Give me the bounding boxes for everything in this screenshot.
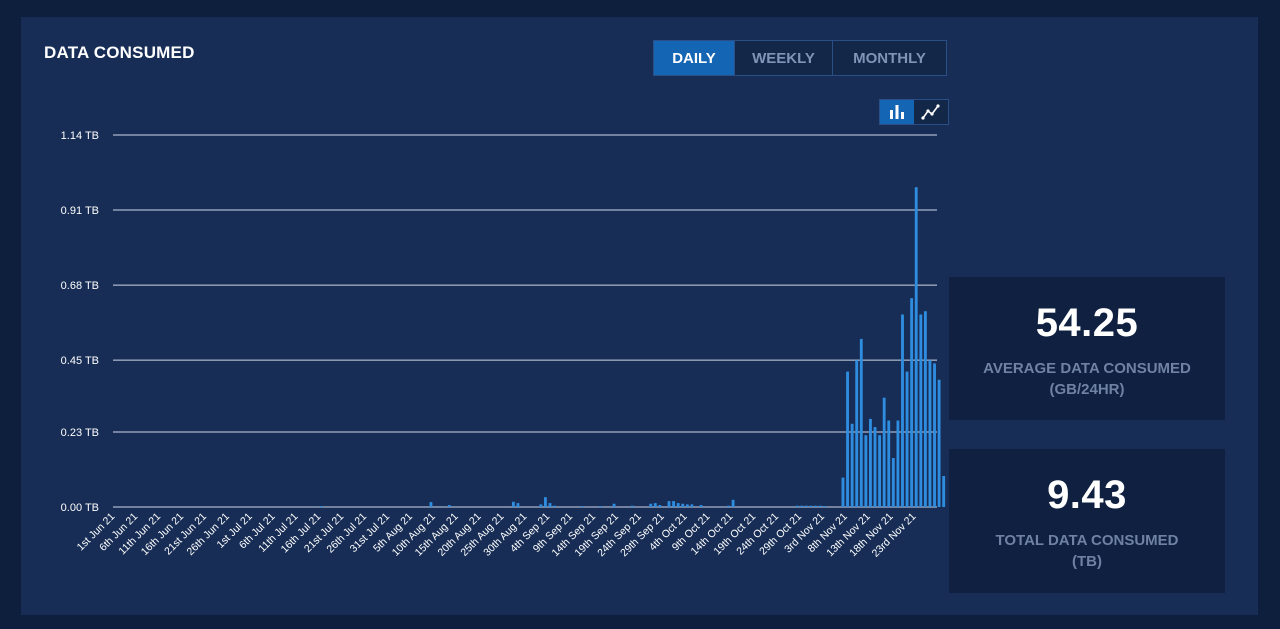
bar — [923, 311, 927, 507]
bar — [649, 503, 653, 507]
bar — [896, 420, 900, 507]
bar — [887, 420, 891, 507]
bar — [511, 501, 515, 507]
y-tick-label: 0.23 TB — [61, 427, 99, 439]
bar — [690, 504, 694, 507]
bar — [553, 505, 556, 507]
bar — [891, 458, 895, 507]
bar — [846, 371, 849, 507]
bar — [905, 371, 909, 507]
data-consumed-panel: DATA CONSUMED DAILY WEEKLY MONTHLY 0.00 … — [21, 17, 1258, 615]
bar — [869, 418, 872, 507]
bar — [914, 187, 918, 508]
y-tick-label: 0.45 TB — [61, 355, 99, 367]
bar — [818, 505, 822, 507]
bar — [878, 435, 882, 507]
bar — [823, 506, 827, 508]
bar — [919, 314, 923, 507]
bar — [548, 503, 552, 507]
average-label-line1: AVERAGE DATA CONSUMED — [983, 360, 1191, 377]
bar — [795, 505, 799, 507]
bar — [928, 360, 932, 507]
bar — [676, 503, 680, 507]
bar — [653, 503, 657, 507]
y-tick-label: 0.68 TB — [61, 280, 99, 292]
average-value: 54.25 — [1035, 301, 1139, 345]
total-label-line1: TOTAL DATA CONSUMED — [995, 532, 1179, 549]
y-tick-label: 0.91 TB — [61, 205, 99, 217]
bar — [319, 506, 323, 508]
bar — [699, 505, 703, 507]
bar — [667, 501, 671, 507]
average-stat-card: 54.25 AVERAGE DATA CONSUMED (GB/24HR) — [949, 277, 1225, 420]
total-label: TOTAL DATA CONSUMED (TB) — [949, 530, 1225, 572]
total-stat-card: 9.43 TOTAL DATA CONSUMED (TB) — [949, 449, 1225, 593]
bar — [598, 506, 602, 508]
bar — [882, 397, 886, 507]
bar — [681, 503, 685, 507]
bar — [864, 435, 868, 507]
average-label: AVERAGE DATA CONSUMED (GB/24HR) — [949, 358, 1225, 400]
bar — [516, 503, 520, 507]
bar — [809, 505, 813, 507]
bar — [447, 505, 451, 507]
daily-bar-chart: 0.00 TB 0.23 TB 0.45 TB 0.68 TB 0.91 TB 1.14 … — [61, 130, 946, 560]
bar — [873, 427, 877, 507]
bar — [937, 379, 941, 507]
bar — [800, 505, 804, 507]
bar — [658, 505, 662, 507]
bar — [543, 497, 547, 507]
bar — [804, 505, 808, 507]
bar — [612, 503, 616, 507]
average-label-line2: (GB/24HR) — [1049, 381, 1125, 398]
total-label-line2: (TB) — [1072, 553, 1102, 570]
bar — [850, 423, 854, 507]
bar — [539, 504, 543, 507]
bar — [910, 298, 914, 507]
bar — [727, 505, 730, 507]
bar — [933, 363, 936, 507]
bar — [580, 506, 584, 508]
bar — [429, 502, 433, 507]
y-tick-label: 0.00 TB — [61, 502, 99, 514]
bar — [855, 360, 859, 507]
bar — [630, 505, 634, 507]
bar — [672, 501, 676, 507]
y-tick-label: 1.14 TB — [61, 130, 99, 142]
bar — [685, 504, 689, 507]
total-value: 9.43 — [1047, 473, 1127, 517]
bar — [814, 505, 817, 507]
bar — [942, 476, 946, 507]
bar — [859, 338, 863, 507]
bar — [901, 314, 904, 507]
bar — [731, 499, 735, 507]
bar — [841, 477, 845, 507]
